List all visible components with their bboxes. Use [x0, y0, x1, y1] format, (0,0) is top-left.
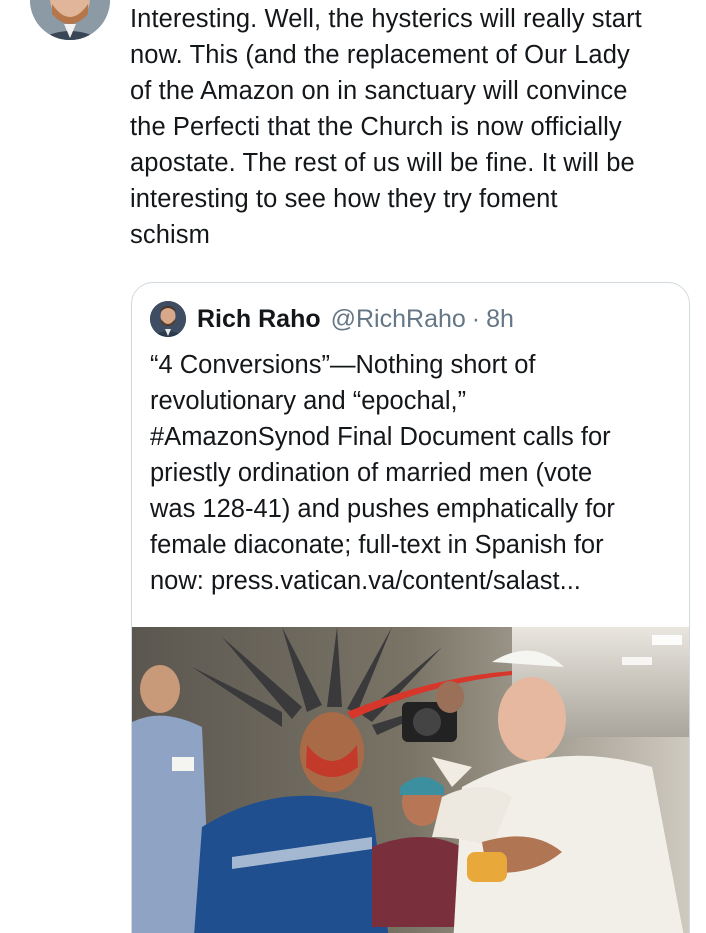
quoted-tweet-text: “4 Conversions”—Nothing short of revolut… — [150, 347, 680, 599]
quoted-text-line: revolutionary and “epochal,” — [150, 387, 467, 415]
tweet-text: Interesting. Well, the hysterics will re… — [130, 1, 700, 253]
quoted-tweet-timestamp[interactable]: 8h — [486, 305, 514, 334]
tweet-text-line: of the Amazon on in sanctuary will convi… — [130, 77, 628, 105]
quoted-author-handle[interactable]: @RichRaho — [331, 305, 466, 334]
tweet-text-line: apostate. The rest of us will be fine. I… — [130, 149, 635, 177]
quoted-author-avatar[interactable] — [150, 301, 186, 337]
quoted-text-line: female diaconate; full-text in Spanish f… — [150, 531, 604, 559]
quoted-text-line: was 128-41) and pushes emphatically for — [150, 495, 615, 523]
quoted-tweet-photo[interactable] — [132, 627, 689, 933]
quoted-author-name[interactable]: Rich Raho — [197, 305, 321, 334]
quoted-text-link[interactable]: now: press.vatican.va/content/salast... — [150, 563, 680, 599]
quoted-tweet-header: Rich Raho @RichRaho · 8h — [150, 301, 514, 337]
quoted-text-line: “4 Conversions”—Nothing short of — [150, 351, 536, 379]
tweet-text-line: interesting to see how they try foment — [130, 185, 558, 213]
tweet[interactable]: Interesting. Well, the hysterics will re… — [0, 0, 706, 933]
tweet-text-line: the Perfecti that the Church is now offi… — [130, 113, 622, 141]
tweet-text-line: schism — [130, 221, 210, 249]
tweet-text-line: now. This (and the replacement of Our La… — [130, 41, 630, 69]
quoted-tweet-card[interactable]: Rich Raho @RichRaho · 8h “4 Conversions”… — [131, 282, 690, 933]
tweet-text-line: Interesting. Well, the hysterics will re… — [130, 5, 642, 33]
quoted-text-line: priestly ordination of married men (vote — [150, 459, 593, 487]
quoted-text-line[interactable]: #AmazonSynod Final Document calls for — [150, 419, 680, 455]
author-avatar[interactable] — [30, 0, 110, 40]
header-separator: · — [471, 304, 481, 333]
